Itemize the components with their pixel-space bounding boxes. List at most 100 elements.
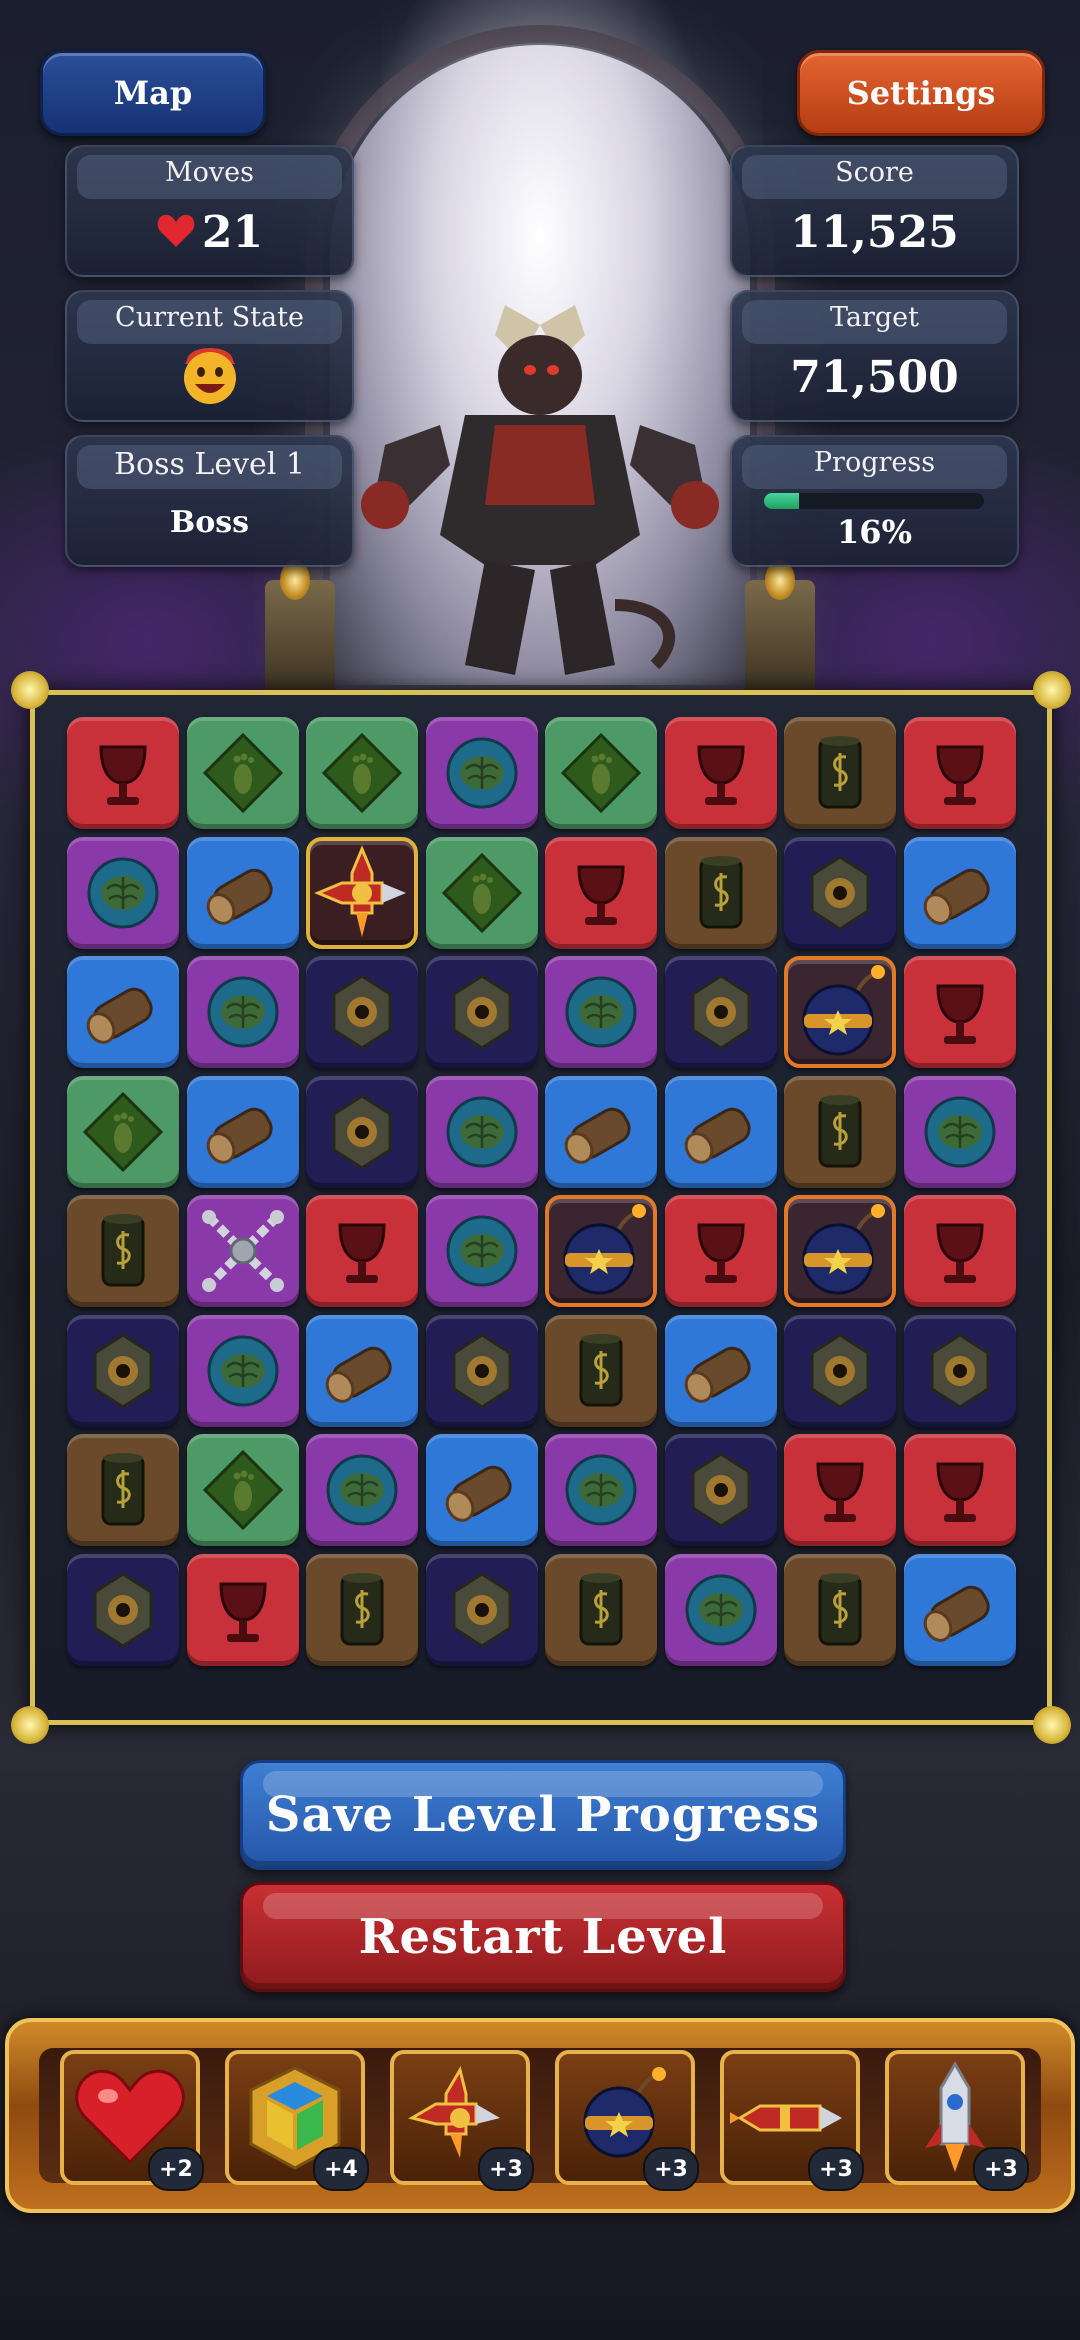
board-tile-goblet[interactable] bbox=[664, 717, 777, 829]
booster-bomb[interactable]: +3 bbox=[555, 2050, 699, 2191]
board-tile-footprint[interactable] bbox=[186, 717, 299, 829]
board-tile-barrel[interactable] bbox=[545, 1314, 657, 1427]
board-tile-goblet[interactable] bbox=[903, 1195, 1016, 1307]
footprint-icon bbox=[202, 732, 283, 814]
board-tile-log[interactable] bbox=[903, 1553, 1016, 1666]
board-tile-barrel[interactable] bbox=[784, 1075, 896, 1188]
board-tile-brain[interactable] bbox=[306, 1434, 418, 1546]
board-tile-eye[interactable] bbox=[784, 836, 896, 949]
board-tile-eye[interactable] bbox=[903, 1314, 1016, 1427]
board-tile-log[interactable] bbox=[664, 1314, 777, 1427]
eye-icon bbox=[452, 1571, 511, 1648]
board-tile-goblet[interactable] bbox=[186, 1553, 299, 1666]
barrel-icon bbox=[579, 1333, 623, 1406]
board-tile-barrel[interactable] bbox=[545, 1553, 657, 1666]
board-corner-stud bbox=[1033, 671, 1071, 709]
board-tile-eye[interactable] bbox=[425, 956, 538, 1068]
board-tile-barrel[interactable] bbox=[784, 1553, 896, 1666]
footprint-icon bbox=[441, 852, 522, 933]
booster-rocket-cross[interactable]: +3 bbox=[390, 2050, 534, 2191]
board-tile-brain[interactable] bbox=[903, 1075, 1016, 1188]
board-tile-brain[interactable] bbox=[545, 956, 657, 1068]
progress-bar bbox=[764, 493, 984, 509]
barrel-icon bbox=[101, 1214, 145, 1287]
eye-icon bbox=[93, 1571, 153, 1648]
board-tile-eye[interactable] bbox=[664, 1434, 777, 1546]
board-tile-barrel[interactable] bbox=[306, 1553, 418, 1666]
board-tile-brain[interactable] bbox=[425, 1195, 538, 1307]
board-tile-goblet[interactable] bbox=[903, 1434, 1016, 1546]
restart-level-button[interactable]: Restart Level bbox=[240, 1882, 846, 1992]
settings-button[interactable]: Settings bbox=[797, 50, 1045, 136]
booster-vertical-rocket[interactable]: +3 bbox=[885, 2050, 1029, 2191]
board-tile-brain[interactable] bbox=[664, 1553, 777, 1666]
booster-heart[interactable]: +2 bbox=[60, 2050, 204, 2191]
target-value: 71,500 bbox=[790, 352, 959, 403]
eye-icon bbox=[810, 1332, 870, 1409]
eye-icon bbox=[93, 1332, 153, 1409]
board-tile-footprint[interactable] bbox=[67, 1075, 179, 1188]
board-tile-barrel[interactable] bbox=[784, 717, 896, 829]
board-tile-log[interactable] bbox=[306, 1314, 418, 1427]
board-tile-goblet[interactable] bbox=[67, 717, 179, 829]
board-tile-goblet[interactable] bbox=[903, 717, 1016, 829]
map-button[interactable]: Map bbox=[40, 50, 266, 136]
barrel-icon bbox=[818, 1094, 862, 1167]
board-tile-brain[interactable] bbox=[67, 836, 179, 949]
board-tile-goblet[interactable] bbox=[903, 956, 1016, 1068]
board-tile-log[interactable] bbox=[545, 1075, 657, 1188]
score-value: 11,525 bbox=[790, 207, 959, 258]
log-icon bbox=[684, 1107, 751, 1164]
board-tile-eye[interactable] bbox=[425, 1314, 538, 1427]
board-tile-goblet[interactable] bbox=[545, 836, 657, 949]
board-corner-stud bbox=[11, 671, 49, 709]
booster-gem-cube[interactable]: +4 bbox=[225, 2050, 369, 2191]
heart-icon bbox=[157, 214, 195, 247]
board-tile-brain[interactable] bbox=[186, 1314, 299, 1427]
board-tile-rocket-cross[interactable] bbox=[306, 836, 418, 949]
booster-count-badge: +2 bbox=[148, 2147, 204, 2191]
board-tile-log[interactable] bbox=[67, 956, 179, 1068]
board-tile-log[interactable] bbox=[903, 836, 1016, 949]
barrel-icon bbox=[699, 855, 742, 928]
footprint-icon bbox=[321, 732, 403, 814]
board-tile-brain[interactable] bbox=[186, 956, 299, 1068]
board-tile-brain[interactable] bbox=[425, 717, 538, 829]
board-tile-goblet[interactable] bbox=[664, 1195, 777, 1307]
board-tile-log[interactable] bbox=[425, 1434, 538, 1546]
target-label: Target bbox=[829, 302, 920, 333]
board-tile-footprint[interactable] bbox=[186, 1434, 299, 1546]
board-tile-eye[interactable] bbox=[67, 1314, 179, 1427]
board-tile-bomb[interactable] bbox=[784, 1195, 896, 1307]
save-level-progress-button[interactable]: Save Level Progress bbox=[240, 1760, 846, 1870]
board-tile-bomb[interactable] bbox=[784, 956, 896, 1068]
board-tile-footprint[interactable] bbox=[545, 717, 657, 829]
board-tile-brain[interactable] bbox=[425, 1075, 538, 1188]
bomb-icon bbox=[563, 1204, 646, 1295]
goblet-icon bbox=[338, 1223, 386, 1283]
board-tile-log[interactable] bbox=[186, 1075, 299, 1188]
board-tile-footprint[interactable] bbox=[425, 836, 538, 949]
board-tile-barrel[interactable] bbox=[664, 836, 777, 949]
board-tile-eye[interactable] bbox=[784, 1314, 896, 1427]
progress-panel: Progress 16% bbox=[730, 435, 1019, 567]
log-icon bbox=[445, 1465, 512, 1522]
board-tile-footprint[interactable] bbox=[306, 717, 418, 829]
board-tile-barrel[interactable] bbox=[67, 1434, 179, 1546]
score-label: Score bbox=[835, 157, 914, 188]
log-icon bbox=[564, 1107, 631, 1164]
board-tile-eye[interactable] bbox=[306, 956, 418, 1068]
board-tile-eye[interactable] bbox=[67, 1553, 179, 1666]
board-tile-log[interactable] bbox=[664, 1075, 777, 1188]
board-tile-eye[interactable] bbox=[664, 956, 777, 1068]
board-tile-barrel[interactable] bbox=[67, 1195, 179, 1307]
board-tile-eye[interactable] bbox=[425, 1553, 538, 1666]
board-tile-eye[interactable] bbox=[306, 1075, 418, 1188]
board-tile-goblet[interactable] bbox=[784, 1434, 896, 1546]
board-tile-goblet[interactable] bbox=[306, 1195, 418, 1307]
booster-horizontal-rocket[interactable]: +3 bbox=[720, 2050, 864, 2191]
board-tile-brain[interactable] bbox=[545, 1434, 657, 1546]
board-tile-chain-cross[interactable] bbox=[186, 1195, 299, 1307]
board-tile-log[interactable] bbox=[186, 836, 299, 949]
board-tile-bomb[interactable] bbox=[545, 1195, 657, 1307]
